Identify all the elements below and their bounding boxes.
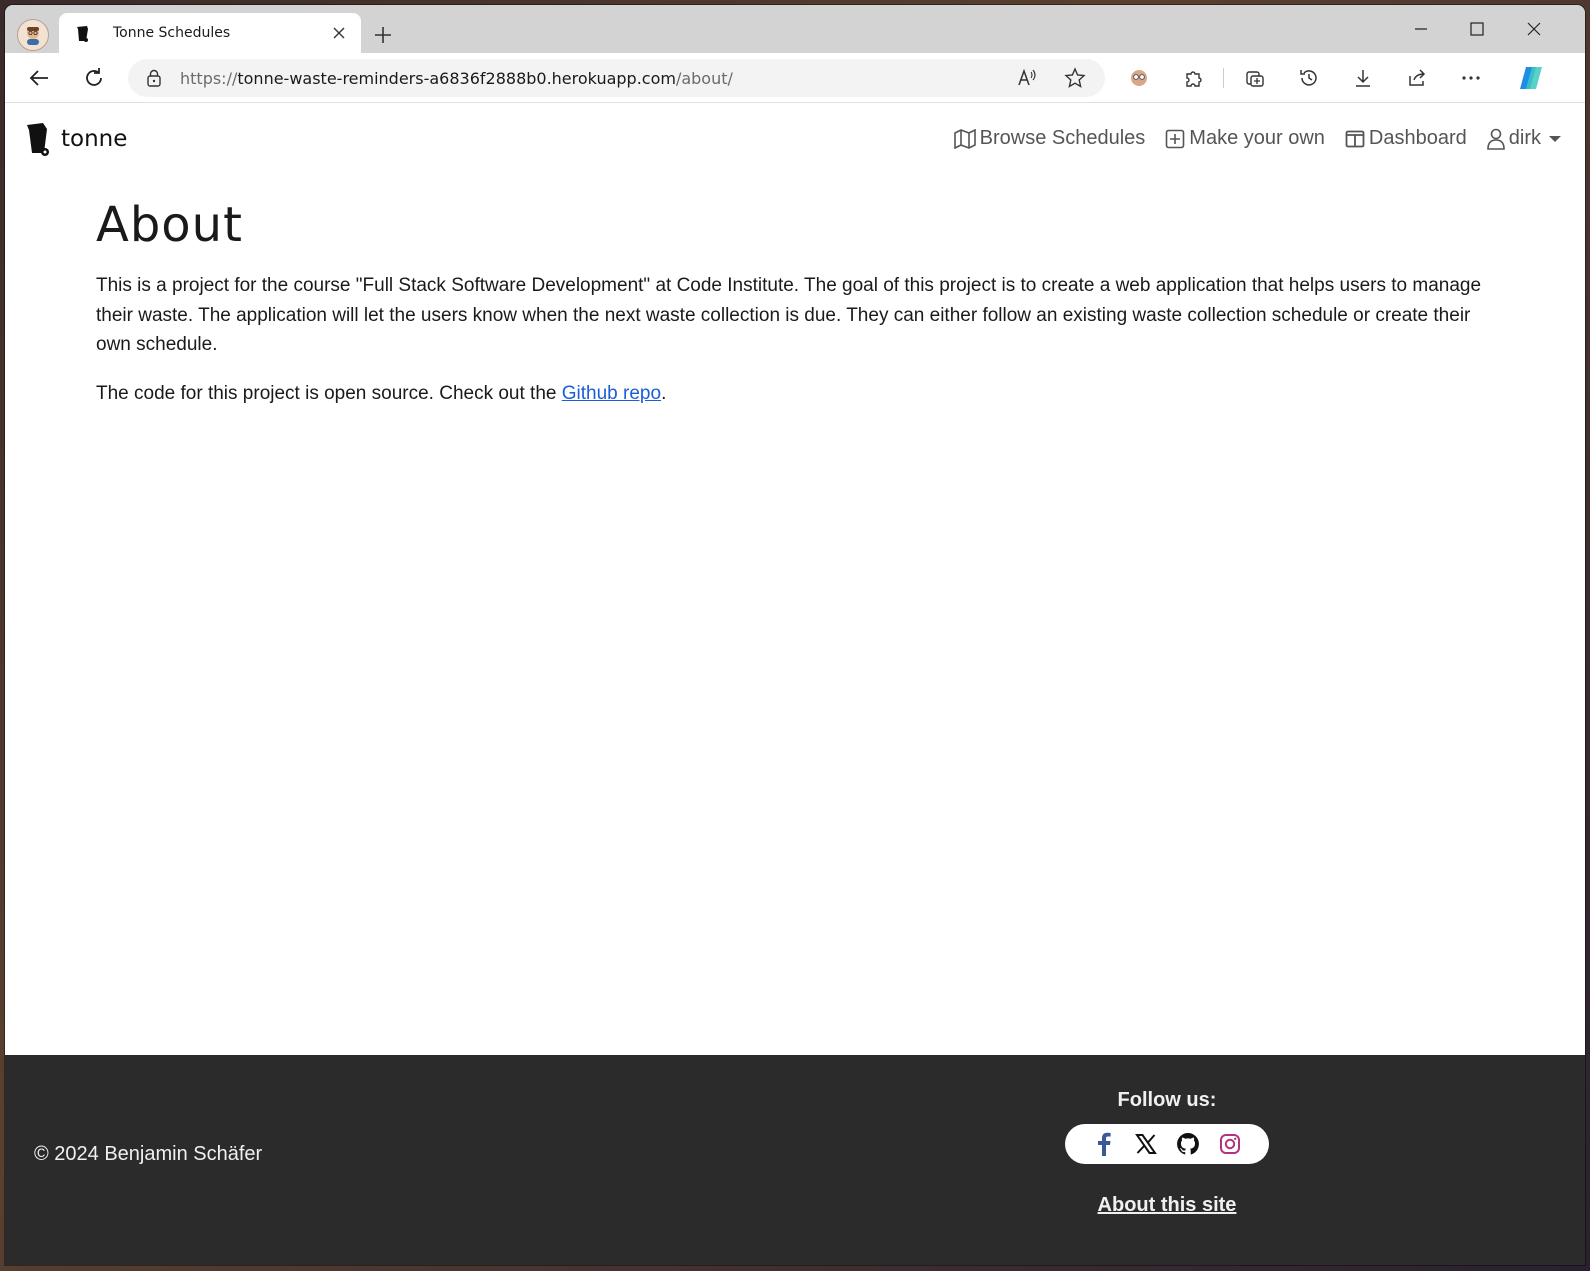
- trash-bin-logo-icon: [27, 123, 49, 156]
- plus-square-icon: [1165, 129, 1185, 148]
- url-host: tonne-waste-reminders-a6836f2888b0.herok…: [237, 68, 676, 88]
- browser-window: Tonne Schedules https://tonne-waste-remi…: [5, 5, 1585, 1265]
- history-icon[interactable]: [1297, 66, 1321, 90]
- social-links: [1065, 1124, 1269, 1164]
- toolbar-separator: [1223, 68, 1224, 88]
- favorite-star-icon[interactable]: [1063, 66, 1087, 90]
- facebook-icon[interactable]: [1091, 1131, 1117, 1157]
- url-scheme: https://: [180, 68, 238, 88]
- profile-avatar-icon[interactable]: [17, 19, 49, 51]
- user-icon: [1486, 128, 1505, 150]
- github-icon[interactable]: [1175, 1131, 1201, 1157]
- nav-dashboard-label: Dashboard: [1368, 127, 1467, 149]
- brand-link[interactable]: tonne: [25, 121, 127, 157]
- extension-face-icon[interactable]: [1127, 66, 1151, 90]
- extensions-puzzle-icon[interactable]: [1182, 66, 1206, 90]
- back-arrow-icon[interactable]: [27, 66, 51, 90]
- follow-title: Follow us:: [1117, 1089, 1217, 1111]
- trash-bin-icon: [77, 26, 88, 42]
- new-tab-icon[interactable]: [373, 25, 393, 45]
- instagram-icon[interactable]: [1217, 1131, 1243, 1157]
- share-icon[interactable]: [1405, 66, 1429, 90]
- maximize-icon[interactable]: [1467, 19, 1487, 39]
- copilot-icon[interactable]: [1515, 62, 1547, 94]
- site-navbar: tonne Browse Schedules Make your own Das…: [5, 103, 1585, 177]
- dashboard-icon: [1345, 130, 1365, 147]
- nav-browse-schedules[interactable]: Browse Schedules: [953, 127, 1146, 150]
- nav-links: Browse Schedules Make your own Dashboard…: [934, 127, 1561, 150]
- source-paragraph: The code for this project is open source…: [96, 379, 1486, 409]
- tab-title: Tonne Schedules: [113, 25, 231, 41]
- user-menu-dropdown[interactable]: dirk: [1486, 127, 1561, 150]
- lock-icon[interactable]: [146, 69, 162, 87]
- close-window-icon[interactable]: [1524, 19, 1544, 39]
- page-title: About: [96, 197, 243, 253]
- address-bar[interactable]: https://tonne-waste-reminders-a6836f2888…: [128, 59, 1105, 97]
- minimize-icon[interactable]: [1411, 19, 1431, 39]
- about-paragraph: This is a project for the course "Full S…: [96, 275, 1482, 355]
- download-icon[interactable]: [1351, 66, 1375, 90]
- source-text-end: .: [661, 382, 667, 404]
- close-tab-icon[interactable]: [331, 25, 347, 41]
- refresh-icon[interactable]: [82, 66, 106, 90]
- chevron-down-icon: [1549, 135, 1561, 142]
- more-options-icon[interactable]: [1459, 66, 1483, 90]
- about-site-link[interactable]: About this site: [1065, 1194, 1269, 1217]
- nav-dashboard[interactable]: Dashboard: [1345, 127, 1467, 150]
- site-footer: © 2024 Benjamin Schäfer Follow us: About…: [5, 1055, 1585, 1265]
- url-path: /about/: [675, 68, 733, 88]
- web-page: tonne Browse Schedules Make your own Das…: [5, 103, 1585, 1265]
- follow-section: Follow us: About this site: [1065, 1089, 1269, 1217]
- github-repo-link[interactable]: Github repo: [562, 383, 661, 404]
- tab-strip: Tonne Schedules: [5, 5, 1585, 53]
- read-aloud-icon[interactable]: [1015, 66, 1039, 90]
- copyright-text: © 2024 Benjamin Schäfer: [34, 1143, 263, 1165]
- source-text: The code for this project is open source…: [96, 382, 562, 404]
- nav-make-label: Make your own: [1189, 127, 1325, 149]
- x-twitter-icon[interactable]: [1133, 1131, 1159, 1157]
- nav-make-your-own[interactable]: Make your own: [1165, 127, 1325, 150]
- user-name: dirk: [1508, 127, 1541, 149]
- browser-toolbar: https://tonne-waste-reminders-a6836f2888…: [5, 53, 1585, 103]
- brand-name: tonne: [61, 126, 128, 152]
- url-text[interactable]: https://tonne-waste-reminders-a6836f2888…: [180, 69, 733, 88]
- nav-browse-label: Browse Schedules: [979, 127, 1146, 149]
- map-icon: [953, 128, 976, 149]
- main-content: About This is a project for the course "…: [5, 177, 1585, 447]
- collections-icon[interactable]: [1243, 66, 1267, 90]
- tab-tonne-schedules[interactable]: Tonne Schedules: [59, 13, 361, 53]
